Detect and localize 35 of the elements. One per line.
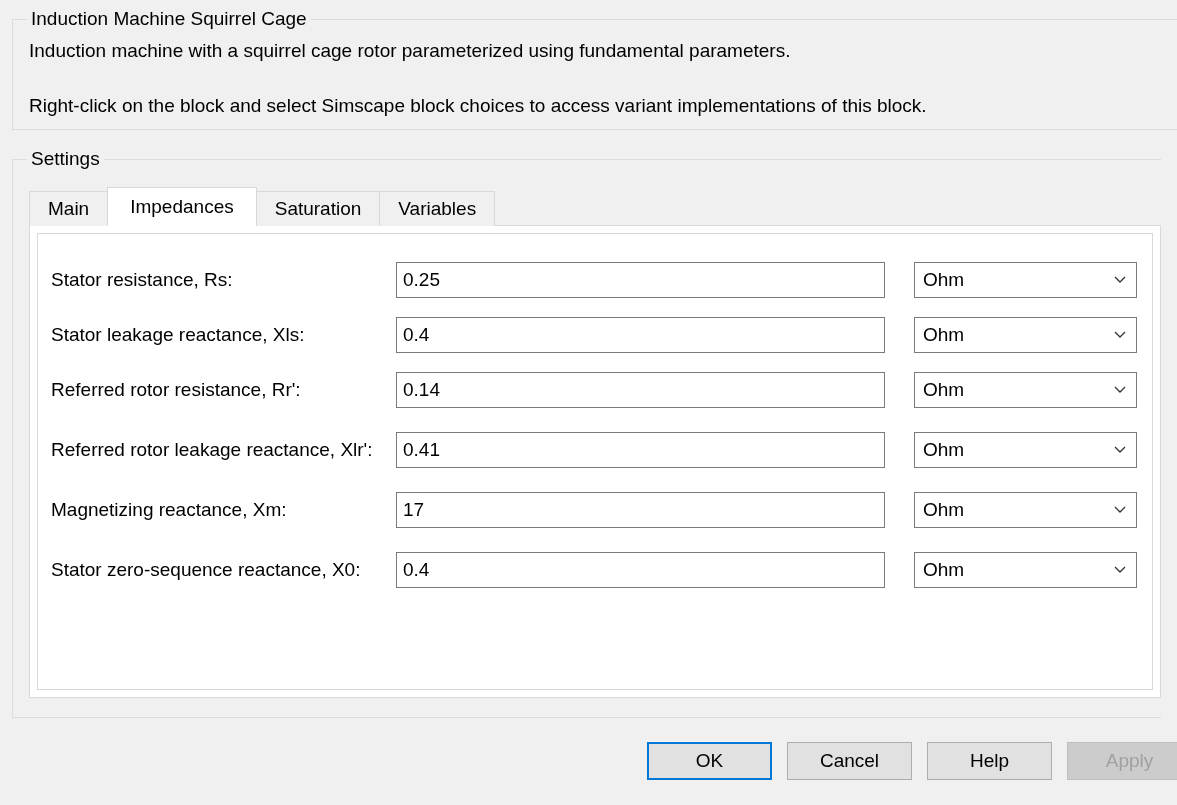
unit-dropdown[interactable]: Ohm [914,371,1137,408]
dialog-button[interactable]: OK [647,742,772,780]
description-text: Induction machine with a squirrel cage rotor parameterized using fundamental parameters. [29,39,792,63]
group-title: Settings [30,148,101,170]
value-field[interactable]: 0.4 [396,316,885,353]
tab[interactable]: Saturation [255,191,381,226]
value-field[interactable]: 0.14 [396,371,885,408]
chevron-down-icon [1114,565,1126,574]
unit-dropdown[interactable]: Ohm [914,491,1137,528]
unit-dropdown[interactable]: Ohm [914,261,1137,298]
group-title: Induction Machine Squirrel Cage [30,8,308,30]
chevron-down-icon [1114,275,1126,284]
value-field[interactable]: 0.25 [396,261,885,298]
chevron-down-icon [1114,445,1126,454]
tab[interactable]: Main [29,191,109,226]
description-text: Right-click on the block and select Simscape block choices to access variant implementations of this block. [29,94,928,118]
dialog-button[interactable]: Cancel [787,742,912,780]
unit-dropdown[interactable]: Ohm [914,316,1137,353]
parameter-label: Stator zero-sequence reactance, X0: [51,557,362,582]
chevron-down-icon [1114,330,1126,339]
unit-dropdown[interactable]: Ohm [914,551,1137,588]
dialog-button[interactable]: Help [927,742,1052,780]
parameter-label: Stator resistance, Rs: [51,267,234,292]
parameter-label: Magnetizing reactance, Xm: [51,497,288,522]
value-field[interactable]: 0.4 [396,551,885,588]
unit-dropdown[interactable]: Ohm [914,431,1137,468]
chevron-down-icon [1114,505,1126,514]
parameter-label: Referred rotor resistance, Rr': [51,377,302,402]
chevron-down-icon [1114,385,1126,394]
tab[interactable]: Impedances [107,187,257,226]
value-field[interactable]: 0.41 [396,431,885,468]
parameter-label: Referred rotor leakage reactance, Xlr': [51,437,374,462]
value-field[interactable]: 17 [396,491,885,528]
tab[interactable]: Variables [379,191,496,226]
parameter-label: Stator leakage reactance, Xls: [51,322,306,347]
